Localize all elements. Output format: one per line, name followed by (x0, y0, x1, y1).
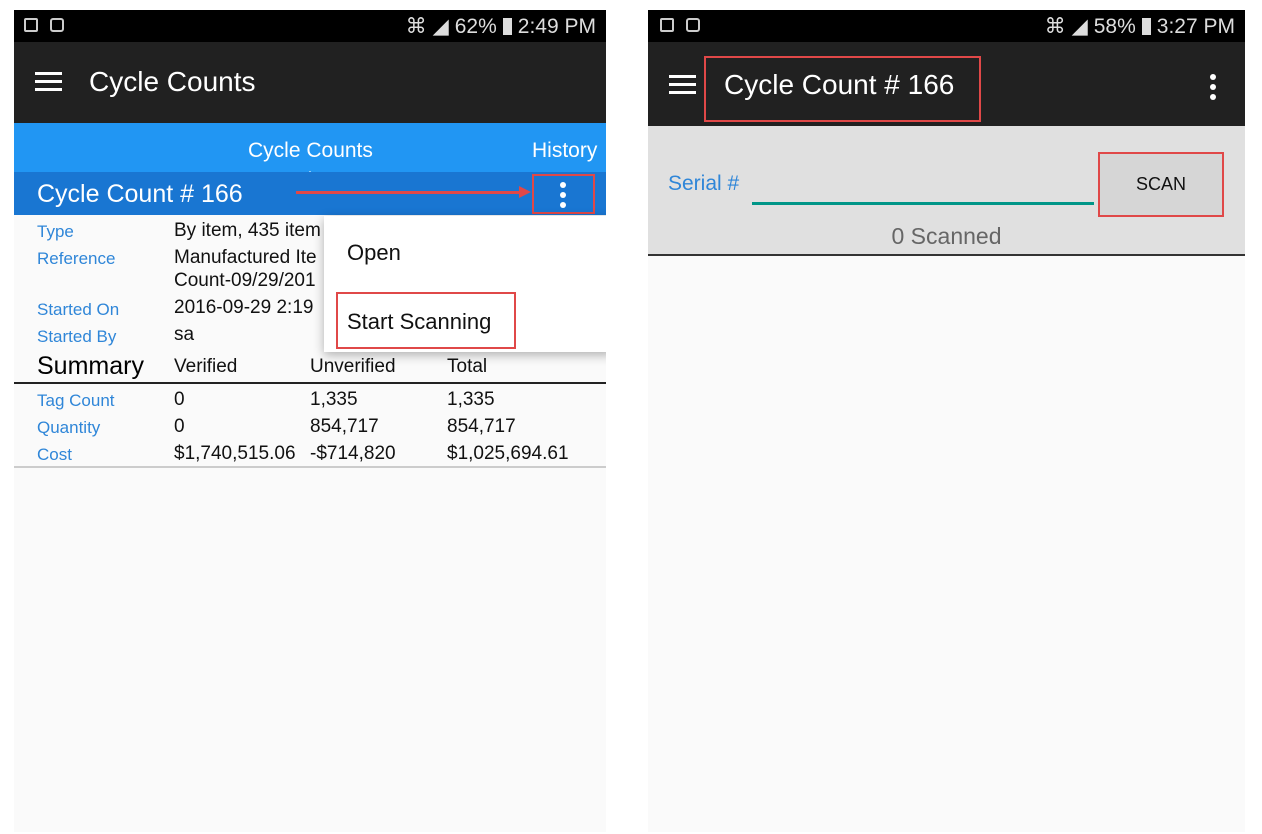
column-header: Total (447, 356, 488, 377)
wifi-icon: ⌘ (405, 15, 427, 38)
card-bottom-border (14, 466, 606, 468)
signal-icon: ◢ (432, 15, 449, 38)
menu-item-open[interactable]: Open (347, 240, 401, 266)
annotation-box-overflow (532, 174, 595, 214)
detail-label: Started On (37, 300, 120, 319)
battery-icon (502, 18, 512, 35)
summary-cell: $1,025,694.61 (447, 443, 569, 464)
column-header: Verified (174, 356, 238, 377)
summary-cell: 854,717 (447, 416, 516, 437)
tab-history[interactable]: History (532, 139, 597, 163)
bbm-notification-icon (686, 18, 700, 32)
detail-label: Started By (37, 327, 117, 346)
serial-label: Serial # (668, 172, 740, 195)
tab-bar: Cycle Counts History (14, 123, 606, 175)
clock: 2:49 PM (517, 14, 596, 38)
detail-label: Reference (37, 249, 116, 268)
summary-cell: 0 (174, 389, 185, 410)
summary-cell: 1,335 (447, 389, 495, 410)
detail-value: Manufactured Ite (174, 247, 317, 268)
detail-value: 2016-09-29 2:19 (174, 297, 314, 318)
summary-cell: $1,740,515.06 (174, 443, 296, 464)
summary-divider (14, 382, 606, 384)
tab-cycle-counts[interactable]: Cycle Counts (248, 139, 373, 163)
battery-percent: 58% (1093, 14, 1136, 38)
wifi-icon: ⌘ (1044, 15, 1066, 38)
battery-icon (1141, 18, 1151, 35)
scan-button[interactable]: SCAN (1098, 152, 1224, 217)
summary-cell: 0 (174, 416, 185, 437)
column-header: Unverified (310, 356, 396, 377)
summary-cell: -$714,820 (310, 443, 396, 464)
annotation-box-start-scanning (336, 292, 516, 349)
overflow-popup-menu: Open Start Scanning (324, 216, 606, 352)
detail-value: sa (174, 324, 195, 345)
gallery-notification-icon (660, 18, 674, 32)
left-screen: ⌘ ◢ 62% 2:49 PM Cycle Counts Cycle Counts H… (14, 10, 606, 832)
menu-hamburger-icon[interactable] (35, 72, 62, 92)
signal-icon: ◢ (1071, 15, 1088, 38)
detail-value-line2: Count-09/29/201 (174, 270, 316, 291)
scan-button-label: SCAN (1135, 174, 1186, 194)
status-bar: ⌘ ◢ 62% 2:49 PM (14, 10, 606, 42)
right-screen: ⌘ ◢ 58% 3:27 PM Cycle Count # 166 Serial # … (648, 10, 1245, 832)
clock: 3:27 PM (1156, 14, 1235, 38)
overflow-menu-icon[interactable] (1210, 74, 1216, 104)
serial-input[interactable] (752, 170, 1094, 205)
summary-cell: 854,717 (310, 416, 379, 437)
detail-label: Type (37, 222, 74, 241)
summary-row-label: Quantity (37, 418, 101, 437)
page-title: Cycle Counts (89, 66, 256, 97)
detail-value: By item, 435 item (174, 220, 321, 241)
battery-percent: 62% (454, 14, 497, 38)
summary-title: Summary (37, 352, 144, 380)
annotation-arrow-head (519, 186, 531, 198)
status-bar: ⌘ ◢ 58% 3:27 PM (648, 10, 1245, 42)
app-bar: Cycle Count # 166 (648, 42, 1245, 126)
summary-row-label: Cost (37, 445, 72, 464)
gallery-notification-icon (24, 18, 38, 32)
card-title: Cycle Count # 166 (37, 180, 243, 208)
summary-cell: 1,335 (310, 389, 358, 410)
bbm-notification-icon (50, 18, 64, 32)
scanned-count: 0 Scanned (891, 223, 1002, 249)
menu-hamburger-icon[interactable] (669, 75, 696, 95)
scan-form: Serial # SCAN 0 Scanned (648, 126, 1245, 256)
annotation-box-title (704, 56, 981, 122)
summary-row-label: Tag Count (37, 391, 115, 410)
annotation-arrow (296, 191, 521, 194)
app-bar: Cycle Counts (14, 42, 606, 123)
card-header: Cycle Count # 166 (14, 172, 606, 215)
